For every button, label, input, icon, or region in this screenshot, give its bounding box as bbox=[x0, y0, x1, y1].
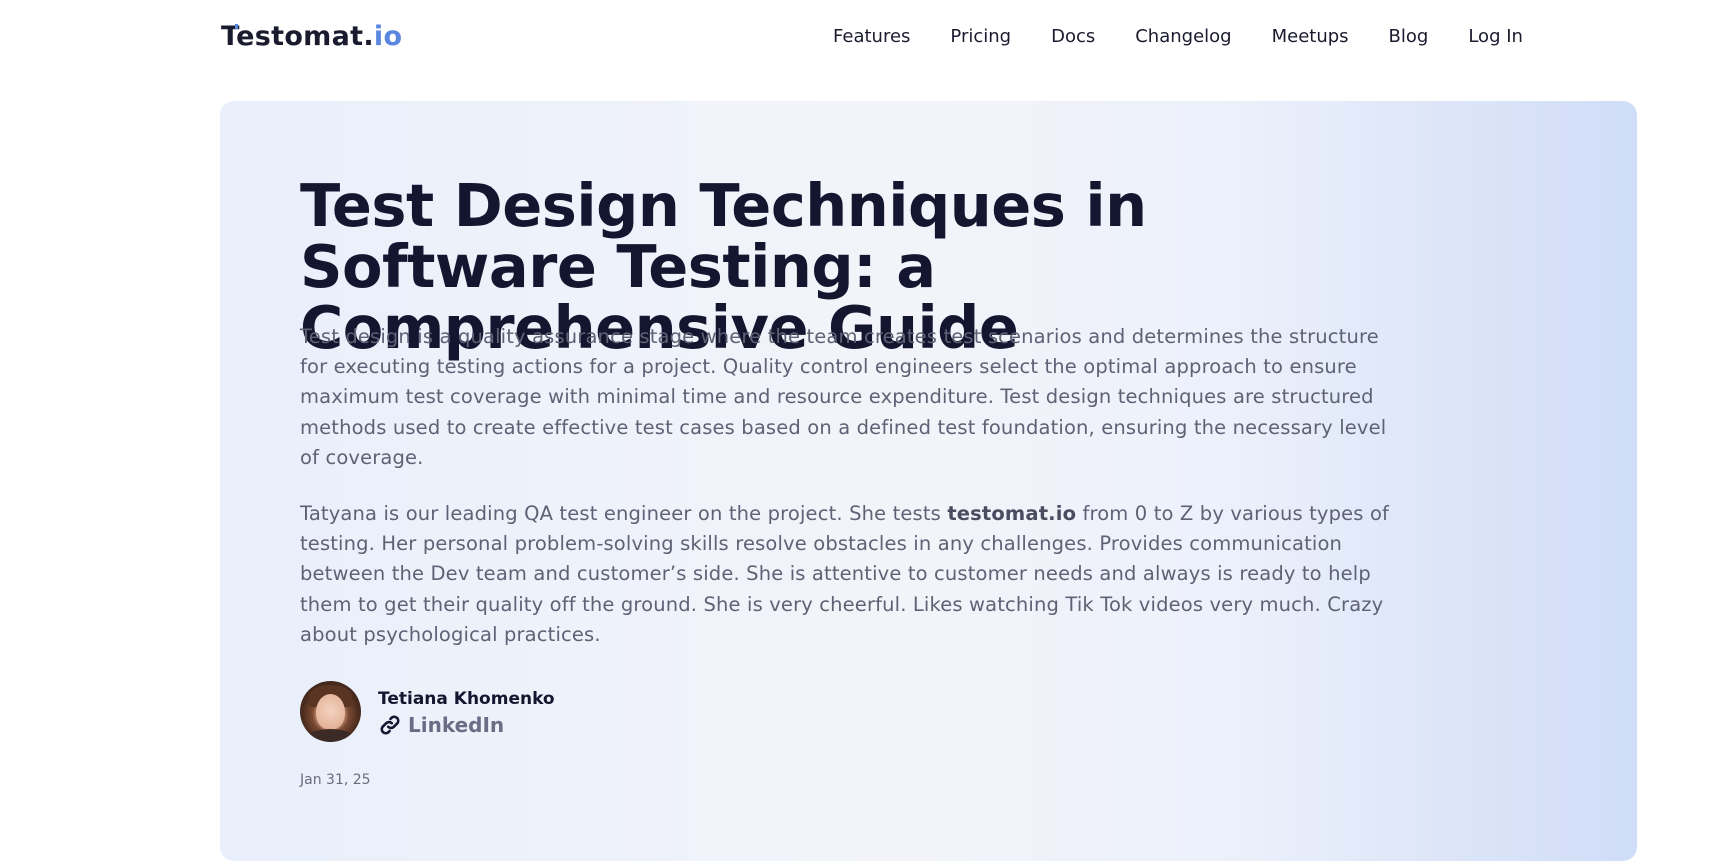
linkedin-label: LinkedIn bbox=[408, 713, 505, 737]
author-card: Tetiana Khomenko LinkedIn bbox=[300, 681, 700, 743]
publish-date: Jan 31, 25 bbox=[300, 772, 371, 788]
nav-pricing[interactable]: Pricing bbox=[950, 24, 1011, 50]
testomat-logo[interactable]: Testomat. io bbox=[221, 21, 402, 52]
site-header: Testomat. io Features Pricing Docs Change… bbox=[0, 0, 1711, 76]
bio-product-name: testomat.io bbox=[947, 502, 1077, 525]
author-name: Tetiana Khomenko bbox=[378, 689, 555, 709]
logo-text: Testomat. bbox=[221, 21, 374, 52]
author-bio: Tatyana is our leading QA test engineer … bbox=[300, 499, 1410, 650]
main-nav: Features Pricing Docs Changelog Meetups … bbox=[833, 24, 1523, 50]
logo-accent: io bbox=[373, 21, 403, 52]
nav-blog[interactable]: Blog bbox=[1389, 24, 1429, 50]
article-intro: Test design is a quality assurance stage… bbox=[300, 325, 1387, 469]
nav-log-in[interactable]: Log In bbox=[1468, 24, 1523, 50]
avatar bbox=[300, 681, 361, 742]
nav-changelog[interactable]: Changelog bbox=[1135, 24, 1231, 50]
nav-meetups[interactable]: Meetups bbox=[1272, 24, 1349, 50]
article-hero: Test Design Techniques in Software Testi… bbox=[220, 101, 1637, 861]
bio-text-start: Tatyana is our leading QA test engineer … bbox=[300, 502, 948, 525]
link-icon bbox=[378, 713, 402, 737]
nav-features[interactable]: Features bbox=[833, 24, 910, 50]
nav-docs[interactable]: Docs bbox=[1051, 24, 1095, 50]
author-linkedin-link[interactable]: LinkedIn bbox=[378, 713, 504, 737]
